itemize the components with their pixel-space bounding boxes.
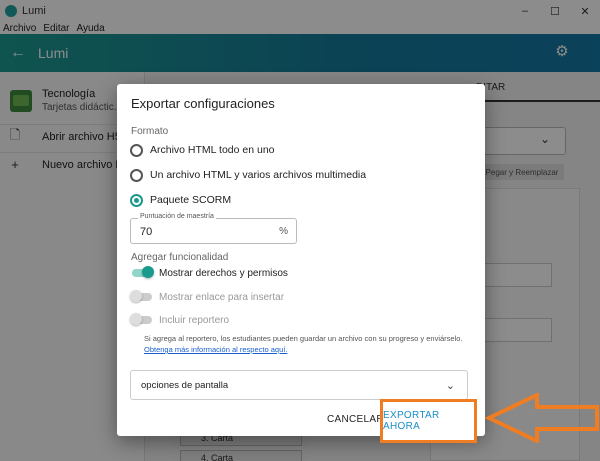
format-option-scorm[interactable]: Paquete SCORM bbox=[130, 192, 231, 208]
switch-label: Mostrar enlace para insertar bbox=[159, 291, 285, 303]
export-now-button[interactable]: EXPORTAR AHORA bbox=[380, 399, 477, 443]
format-option-html-multiple[interactable]: Un archivo HTML y varios archivos multim… bbox=[130, 167, 366, 183]
switch-show-embed[interactable]: Mostrar enlace para insertar bbox=[130, 290, 284, 304]
reporter-note: Si agrega al reportero, los estudiantes … bbox=[144, 333, 474, 355]
radio-label: Paquete SCORM bbox=[150, 194, 232, 206]
mastery-score-label: Puntuación de maestría bbox=[138, 213, 216, 220]
export-settings-dialog: Exportar configuraciones Formato Archivo… bbox=[117, 84, 485, 443]
mastery-score-field[interactable]: Puntuación de maestría 70 % bbox=[130, 213, 297, 244]
screen-options-value: opciones de pantalla bbox=[141, 380, 229, 391]
radio-button[interactable] bbox=[130, 143, 143, 157]
format-label: Formato bbox=[131, 126, 169, 137]
toggle-switch[interactable] bbox=[130, 313, 154, 327]
annotation-arrow-icon bbox=[485, 393, 599, 443]
radio-button-checked[interactable] bbox=[130, 193, 143, 207]
switch-show-rights[interactable]: Mostrar derechos y permisos bbox=[130, 266, 288, 280]
reporter-note-text: Si agrega al reportero, los estudiantes … bbox=[144, 334, 463, 343]
screen-options-dropdown[interactable]: opciones de pantalla ⌄ bbox=[130, 370, 468, 400]
mastery-score-value[interactable]: 70 bbox=[140, 226, 152, 238]
switch-label: Mostrar derechos y permisos bbox=[159, 267, 288, 279]
switch-label: Incluir reportero bbox=[159, 314, 230, 326]
radio-button[interactable] bbox=[130, 168, 143, 182]
toggle-switch[interactable] bbox=[130, 290, 154, 304]
radio-label: Un archivo HTML y varios archivos multim… bbox=[150, 169, 367, 181]
switch-include-reporter[interactable]: Incluir reportero bbox=[130, 313, 229, 327]
percent-unit: % bbox=[279, 226, 288, 237]
toggle-switch[interactable] bbox=[130, 266, 154, 280]
export-now-label: EXPORTAR AHORA bbox=[383, 410, 440, 432]
dialog-title: Exportar configuraciones bbox=[131, 96, 275, 111]
learn-more-link[interactable]: Obtenga más información al respecto aquí… bbox=[144, 345, 287, 354]
functionality-label: Agregar funcionalidad bbox=[131, 252, 229, 263]
radio-label: Archivo HTML todo en uno bbox=[150, 144, 275, 156]
format-option-html-all-in-one[interactable]: Archivo HTML todo en uno bbox=[130, 142, 275, 158]
cancel-button[interactable]: CANCELAR bbox=[327, 414, 384, 425]
chevron-down-icon: ⌄ bbox=[445, 380, 455, 392]
